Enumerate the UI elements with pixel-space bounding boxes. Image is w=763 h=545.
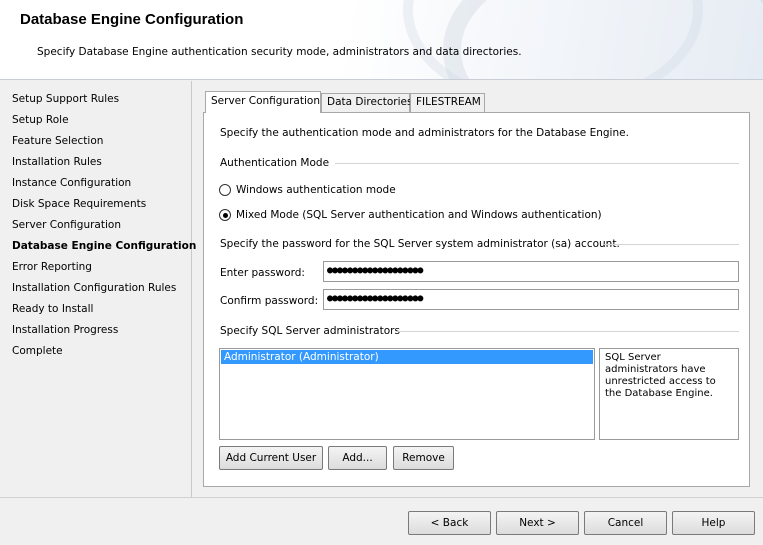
sidebar-item-server-configuration[interactable]: Server Configuration bbox=[12, 219, 121, 231]
auth-mode-group-label: Authentication Mode bbox=[220, 157, 330, 169]
sidebar-item-error-reporting[interactable]: Error Reporting bbox=[12, 261, 92, 273]
enter-password-label: Enter password: bbox=[220, 267, 305, 279]
admins-info-text: SQL Server administrators have unrestric… bbox=[599, 348, 739, 440]
cancel-button[interactable]: Cancel bbox=[584, 511, 667, 535]
mixed-mode-radio-label[interactable]: Mixed Mode (SQL Server authentication an… bbox=[236, 209, 602, 221]
add-button[interactable]: Add... bbox=[328, 446, 387, 470]
add-current-user-button[interactable]: Add Current User bbox=[219, 446, 323, 470]
sa-password-group-label: Specify the password for the SQL Server … bbox=[220, 238, 620, 250]
next-button[interactable]: Next > bbox=[496, 511, 579, 535]
sidebar-item-instance-configuration[interactable]: Instance Configuration bbox=[12, 177, 131, 189]
remove-button[interactable]: Remove bbox=[393, 446, 454, 470]
help-button[interactable]: Help bbox=[672, 511, 755, 535]
tab-server-configuration[interactable]: Server Configuration bbox=[205, 91, 321, 113]
admins-group-label: Specify SQL Server administrators bbox=[220, 325, 400, 337]
windows-auth-radio-label[interactable]: Windows authentication mode bbox=[236, 184, 396, 196]
sidebar-item-disk-space-requirements[interactable]: Disk Space Requirements bbox=[12, 198, 146, 210]
confirm-password-field[interactable]: ●●●●●●●●●●●●●●●●●●● bbox=[323, 289, 739, 310]
footer-divider bbox=[0, 497, 763, 498]
windows-auth-radio[interactable] bbox=[219, 184, 231, 196]
confirm-password-label: Confirm password: bbox=[220, 295, 319, 307]
auth-mode-group-divider bbox=[335, 163, 739, 164]
sidebar-item-database-engine-configuration[interactable]: Database Engine Configuration bbox=[12, 240, 196, 252]
tab-filestream[interactable]: FILESTREAM bbox=[410, 93, 485, 112]
page-header: Database Engine Configuration Specify Da… bbox=[0, 0, 763, 80]
sidebar-item-setup-support-rules[interactable]: Setup Support Rules bbox=[12, 93, 119, 105]
sidebar-item-feature-selection[interactable]: Feature Selection bbox=[12, 135, 103, 147]
sidebar-item-setup-role[interactable]: Setup Role bbox=[12, 114, 69, 126]
tab-data-directories[interactable]: Data Directories bbox=[321, 93, 412, 112]
mixed-mode-radio[interactable] bbox=[219, 209, 231, 221]
sidebar-item-complete[interactable]: Complete bbox=[12, 345, 63, 357]
list-item[interactable]: Administrator (Administrator) bbox=[221, 350, 593, 364]
back-button[interactable]: < Back bbox=[408, 511, 491, 535]
sidebar-item-installation-rules[interactable]: Installation Rules bbox=[12, 156, 102, 168]
enter-password-field[interactable]: ●●●●●●●●●●●●●●●●●●● bbox=[323, 261, 739, 282]
sidebar-item-installation-configuration-rules[interactable]: Installation Configuration Rules bbox=[12, 282, 176, 294]
sidebar: Setup Support Rules Setup Role Feature S… bbox=[0, 81, 196, 497]
header-decoration-2 bbox=[403, 0, 703, 79]
page-subtitle: Specify Database Engine authentication s… bbox=[37, 46, 522, 58]
sidebar-item-ready-to-install[interactable]: Ready to Install bbox=[12, 303, 93, 315]
sa-password-group-divider bbox=[604, 244, 739, 245]
sidebar-item-installation-progress[interactable]: Installation Progress bbox=[12, 324, 118, 336]
panel-intro-text: Specify the authentication mode and admi… bbox=[220, 127, 629, 139]
radio-selected-dot bbox=[222, 212, 228, 218]
admins-group-divider bbox=[397, 331, 739, 332]
page-title: Database Engine Configuration bbox=[20, 11, 244, 28]
admins-listbox[interactable]: Administrator (Administrator) bbox=[219, 348, 595, 440]
